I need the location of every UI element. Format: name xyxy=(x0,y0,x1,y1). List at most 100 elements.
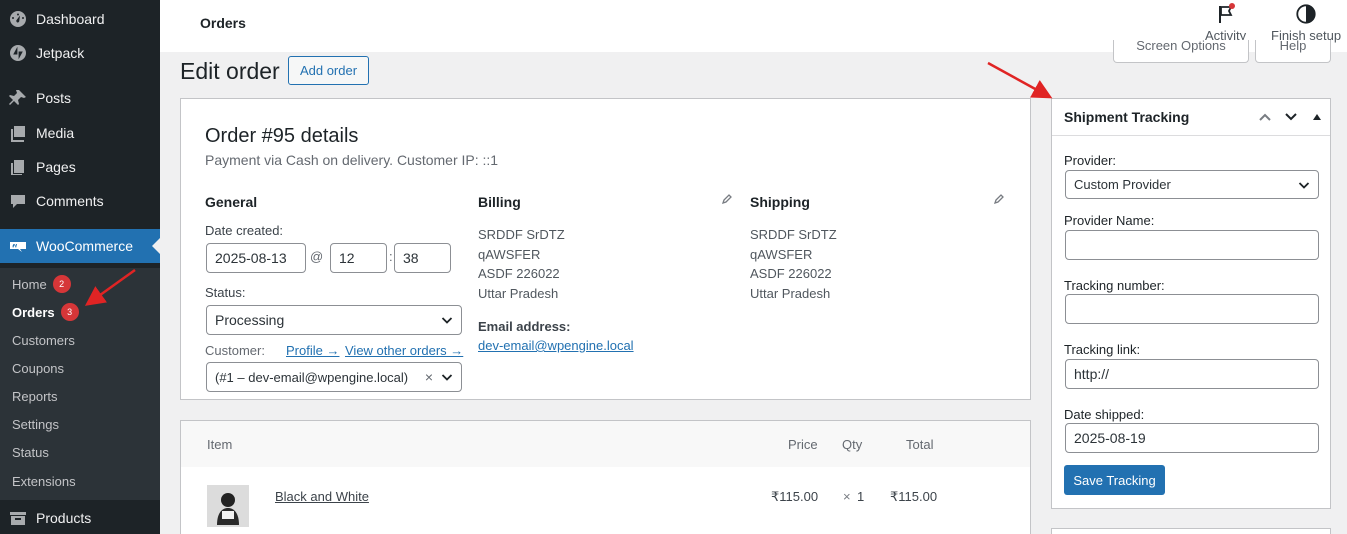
sidebar-item-comments[interactable]: Comments xyxy=(0,184,160,218)
add-order-button[interactable]: Add order xyxy=(288,56,369,85)
jetpack-icon xyxy=(0,43,36,63)
chevron-down-icon xyxy=(441,374,453,381)
sidebar-item-posts[interactable]: Posts xyxy=(0,81,160,115)
submenu-item-orders[interactable]: Orders 3 xyxy=(12,302,79,322)
order-subheading: Payment via Cash on delivery. Customer I… xyxy=(205,152,499,168)
activity-button[interactable]: Activity xyxy=(1205,2,1246,43)
provider-select[interactable]: Custom Provider xyxy=(1065,170,1319,199)
provider-name-label: Provider Name: xyxy=(1064,213,1155,228)
submenu-item-home[interactable]: Home 2 xyxy=(12,274,71,294)
chevron-down-icon xyxy=(1298,181,1310,189)
woo-icon xyxy=(0,236,36,256)
provider-name-input[interactable] xyxy=(1065,230,1319,260)
order-data-panel: Order #95 details Payment via Cash on de… xyxy=(180,98,1031,400)
sidebar-item-jetpack[interactable]: Jetpack xyxy=(0,36,160,70)
notification-badge: 3 xyxy=(60,303,79,321)
media-icon xyxy=(0,123,36,143)
tracking-number-label: Tracking number: xyxy=(1064,278,1165,293)
sidebar-item-dashboard[interactable]: Dashboard xyxy=(0,2,160,36)
sidebar-item-label: Jetpack xyxy=(36,45,85,61)
item-price: ₹115.00 xyxy=(771,489,819,504)
item-total: ₹115.00 xyxy=(890,489,938,504)
sidebar-item-woocommerce[interactable]: WooCommerce xyxy=(0,229,160,263)
edit-billing-icon[interactable] xyxy=(721,193,733,205)
submenu-item-coupons[interactable]: Coupons xyxy=(12,358,64,378)
email-label: Email address: xyxy=(478,319,571,334)
minute-input[interactable]: 38 xyxy=(394,243,451,273)
finish-setup-button[interactable]: Finish setup xyxy=(1271,2,1341,43)
pin-icon xyxy=(0,88,36,108)
help-button[interactable]: Help xyxy=(1255,40,1331,63)
view-other-orders-link[interactable]: View other orders → xyxy=(345,343,463,358)
address-line: Uttar Pradesh xyxy=(478,285,559,301)
order-status-select[interactable]: Processing xyxy=(206,305,462,335)
save-tracking-button[interactable]: Save Tracking xyxy=(1064,465,1165,495)
move-down-icon[interactable] xyxy=(1284,111,1298,123)
item-qty: 1 xyxy=(857,489,865,504)
billing-email-link[interactable]: dev-email@wpengine.local xyxy=(478,338,634,353)
address-line: SRDDF SrDTZ xyxy=(478,227,565,242)
items-table-header: Item Price Qty Total xyxy=(181,421,1030,467)
sidebar-item-media[interactable]: Media xyxy=(0,116,160,150)
tracking-link-input[interactable]: http:// xyxy=(1065,359,1319,389)
billing-heading: Billing xyxy=(478,194,521,210)
page-name: Orders xyxy=(200,15,246,31)
sidebar-item-products[interactable]: Products xyxy=(0,501,160,534)
progress-circle-icon xyxy=(1296,4,1316,24)
admin-sidebar: Dashboard Jetpack Posts Media Pages Comm… xyxy=(0,0,160,534)
sidebar-item-label: Dashboard xyxy=(36,11,105,27)
billing-address: SRDDF SrDTZ qAWSFER ASDF 226022 Uttar Pr… xyxy=(478,225,565,303)
notification-badge: 2 xyxy=(52,275,71,293)
submenu-label: Reports xyxy=(12,388,58,404)
sidebar-item-label: Pages xyxy=(36,159,76,175)
submenu-label: Extensions xyxy=(12,473,76,489)
address-line: SRDDF SrDTZ xyxy=(750,227,837,242)
qty-multiplier: × xyxy=(843,489,851,504)
submenu-item-reports[interactable]: Reports xyxy=(12,386,58,406)
flag-icon xyxy=(1218,3,1235,23)
archive-icon xyxy=(0,508,36,528)
screen-options-button[interactable]: Screen Options xyxy=(1113,40,1249,63)
product-image-icon xyxy=(207,485,249,527)
sidebar-item-label: Products xyxy=(36,510,92,526)
clear-icon[interactable]: × xyxy=(425,369,433,385)
move-up-icon[interactable] xyxy=(1258,111,1272,123)
shipping-heading: Shipping xyxy=(750,194,810,210)
woocommerce-submenu: Home 2 Orders 3 Customers Coupons Report… xyxy=(0,268,160,500)
dashboard-icon xyxy=(0,9,36,29)
address-line: qAWSFER xyxy=(750,246,813,262)
shipping-address: SRDDF SrDTZ qAWSFER ASDF 226022 Uttar Pr… xyxy=(750,225,837,303)
customer-select[interactable]: (#1 – dev-email@wpengine.local) × xyxy=(206,362,462,392)
submenu-label: Home xyxy=(12,276,47,292)
sidebar-item-pages[interactable]: Pages xyxy=(0,150,160,184)
submenu-label: Customers xyxy=(12,332,75,348)
submenu-item-customers[interactable]: Customers xyxy=(12,330,75,350)
order-status-value: Processing xyxy=(215,312,285,328)
submenu-label: Coupons xyxy=(12,360,65,376)
address-line: Uttar Pradesh xyxy=(750,285,831,301)
date-shipped-label: Date shipped: xyxy=(1064,407,1145,422)
date-created-input[interactable]: 2025-08-13 xyxy=(206,243,306,273)
pages-icon xyxy=(0,157,36,177)
submenu-item-settings[interactable]: Settings xyxy=(12,414,59,434)
submenu-label: Status xyxy=(12,444,49,460)
tracking-number-input[interactable] xyxy=(1065,294,1319,324)
comment-icon xyxy=(0,191,36,211)
collapse-toggle-icon[interactable] xyxy=(1312,112,1322,122)
column-header-qty: Qty xyxy=(842,437,863,452)
sidebar-item-label: Media xyxy=(36,125,75,141)
provider-label: Provider: xyxy=(1064,153,1117,168)
product-name-link[interactable]: Black and White xyxy=(275,489,369,504)
at-sign: @ xyxy=(310,249,324,264)
submenu-item-status[interactable]: Status xyxy=(12,442,49,462)
order-items-panel: Item Price Qty Total Black and White ₹11… xyxy=(180,420,1031,534)
annotation-arrow-shipment xyxy=(987,61,1053,99)
date-shipped-input[interactable]: 2025-08-19 xyxy=(1065,423,1319,453)
sidebar-item-label: WooCommerce xyxy=(36,238,133,254)
edit-shipping-icon[interactable] xyxy=(993,193,1005,205)
customer-profile-link[interactable]: Profile → xyxy=(286,343,339,358)
submenu-item-extensions[interactable]: Extensions xyxy=(12,471,76,491)
postbox-header: Shipment Tracking xyxy=(1052,99,1330,136)
hour-input[interactable]: 12 xyxy=(330,243,387,273)
customer-value: (#1 – dev-email@wpengine.local) xyxy=(215,369,409,385)
